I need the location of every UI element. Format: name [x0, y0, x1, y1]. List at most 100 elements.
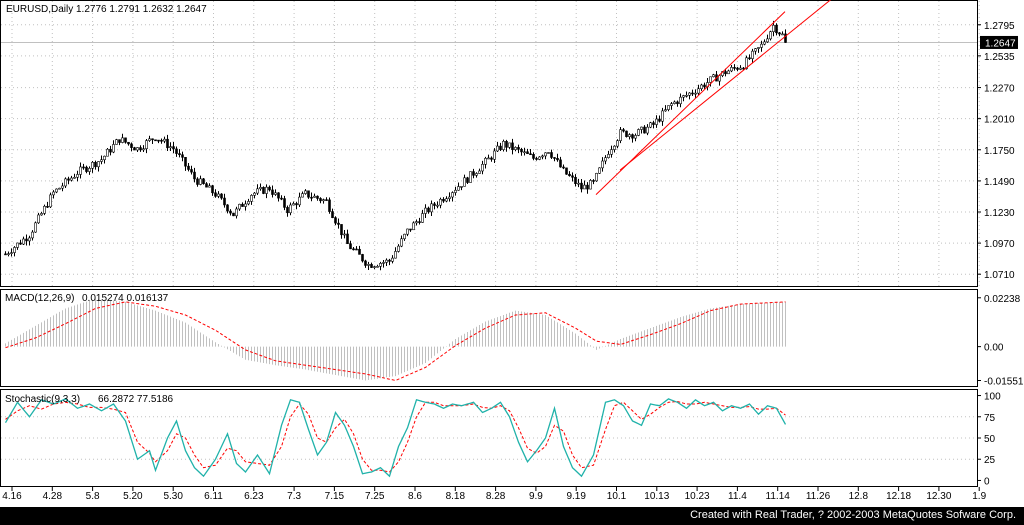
- candle-body: [310, 196, 313, 199]
- time-tick-label: 12.18: [886, 491, 911, 502]
- candle-body: [343, 233, 346, 236]
- candle-body: [610, 149, 613, 155]
- price-panel: EURUSD,Daily 1.2776 1.2791 1.2632 1.2647…: [0, 0, 1018, 287]
- candle-body: [445, 198, 448, 202]
- candle-body: [493, 150, 496, 160]
- candle-body: [169, 146, 172, 149]
- candle-body: [481, 163, 484, 172]
- candle-body: [394, 251, 397, 259]
- time-tick-label: 8.28: [486, 491, 506, 502]
- candle-body: [595, 173, 598, 182]
- time-tick-label: 5.30: [163, 491, 183, 502]
- candle-body: [16, 242, 19, 248]
- candle-body: [124, 137, 127, 143]
- time-tick-label: 6.11: [204, 491, 223, 502]
- candle-body: [103, 155, 106, 161]
- candle-body: [337, 222, 340, 225]
- candle-body: [109, 148, 112, 153]
- candle-body: [61, 185, 64, 189]
- candle-body: [214, 192, 217, 197]
- candle-body: [520, 148, 523, 153]
- candle-body: [700, 84, 703, 90]
- candle-body: [544, 152, 547, 157]
- candle-body: [427, 207, 430, 213]
- candle-body: [250, 195, 253, 202]
- footer-bar: Created with Real Trader, ? 2002-2003 Me…: [0, 507, 1024, 525]
- candle-body: [694, 92, 697, 95]
- candle-body: [271, 189, 274, 195]
- candle-body: [727, 70, 730, 75]
- time-tick-label: 9.19: [566, 491, 586, 502]
- candle-body: [82, 166, 85, 169]
- candle-body: [685, 94, 688, 97]
- candle-body: [664, 109, 667, 112]
- candle-body: [7, 253, 10, 255]
- candle-body: [31, 231, 34, 239]
- candle-body: [73, 176, 76, 179]
- candle-body: [406, 228, 409, 235]
- candle-body: [643, 126, 646, 134]
- time-tick-label: 10.13: [644, 491, 669, 502]
- candle-body: [172, 146, 175, 150]
- candle-body: [751, 50, 754, 59]
- candle-body: [478, 170, 481, 174]
- candle-body: [625, 130, 628, 137]
- time-tick-label: 8.18: [446, 491, 466, 502]
- candle-body: [388, 259, 391, 262]
- candle-body: [181, 154, 184, 158]
- candle-body: [361, 254, 364, 262]
- candle-body: [238, 203, 241, 210]
- candle-body: [205, 183, 208, 188]
- macd-label: MACD(12,26,9): [5, 293, 74, 304]
- candle-body: [4, 253, 7, 256]
- candle-body: [391, 257, 394, 262]
- candle-body: [580, 182, 583, 190]
- candle-body: [634, 135, 637, 139]
- candle-body: [415, 221, 418, 224]
- candle-body: [760, 43, 763, 48]
- candle-body: [313, 195, 316, 198]
- stochastic-label: Stochastic(9,3,3): [5, 394, 80, 405]
- candle-body: [703, 84, 706, 88]
- candle-body: [757, 47, 760, 49]
- candle-body: [622, 129, 625, 132]
- candle-body: [139, 147, 142, 151]
- time-axis: 4.16 4.28 5.8 5.20 5.30 6.11 6.23 7.3 7.15 7.25 8.…: [2, 487, 987, 502]
- candle-body: [358, 248, 361, 255]
- time-tick-label: 4.28: [43, 491, 63, 502]
- candle-body: [160, 139, 163, 142]
- candle-body: [79, 166, 82, 175]
- candle-body: [649, 122, 652, 128]
- time-tick-label: 4.16: [2, 491, 22, 502]
- candle-body: [433, 203, 436, 206]
- candle-body: [52, 191, 55, 196]
- time-tick-label: 7.15: [325, 491, 345, 502]
- candle-body: [379, 263, 382, 267]
- trading-chart: EURUSD,Daily 1.2776 1.2791 1.2632 1.2647…: [0, 0, 1024, 502]
- price-tick-label: 1.2270: [984, 84, 1015, 95]
- candle-body: [679, 96, 682, 105]
- candle-body: [130, 143, 133, 148]
- candle-body: [256, 188, 259, 194]
- candle-body: [115, 139, 118, 145]
- candle-body: [184, 157, 187, 167]
- price-tick-label: 1.2795: [984, 21, 1015, 32]
- macd-axis: 0.02238 0.00 -0.01551: [977, 294, 1024, 387]
- candle-body: [436, 204, 439, 207]
- candle-body: [148, 138, 151, 141]
- stochastic-tick-label: 25: [984, 455, 996, 466]
- candle-body: [67, 178, 70, 181]
- candle-body: [430, 203, 433, 213]
- candle-body: [166, 138, 169, 149]
- time-tick-label: 11.26: [806, 491, 831, 502]
- candle-body: [88, 168, 91, 172]
- current-price-label: 1.2647: [985, 38, 1016, 49]
- candle-body: [145, 140, 148, 150]
- candle-body: [280, 197, 283, 200]
- candle-body: [247, 201, 250, 205]
- candle-body: [316, 195, 319, 199]
- candle-body: [592, 180, 595, 182]
- candle-body: [118, 139, 121, 143]
- stochastic-tick-label: 75: [984, 413, 996, 424]
- candle-body: [553, 157, 556, 159]
